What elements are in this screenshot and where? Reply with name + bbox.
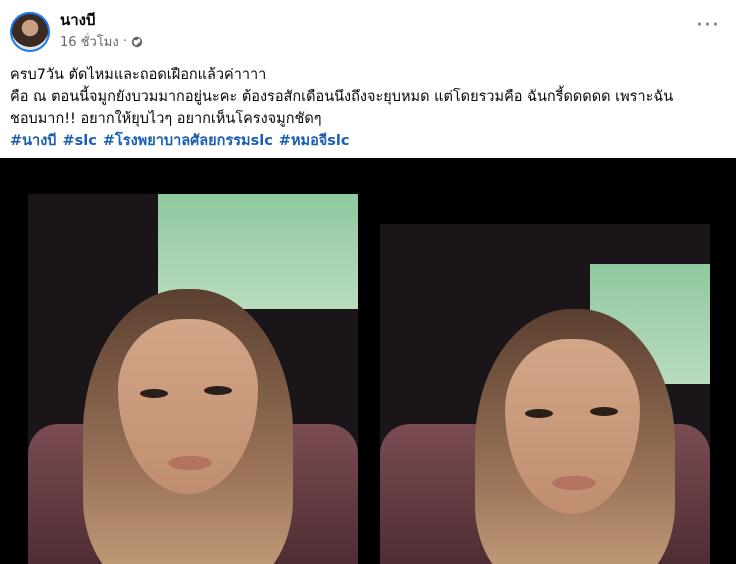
hashtag-link[interactable]: #หมอจีslc	[279, 130, 350, 152]
post-caption: ครบ7วัน ตัดไหมและถอดเฝือกแล้วค่าาาา คือ …	[10, 64, 730, 152]
hashtag-link[interactable]: #นางบี	[10, 130, 57, 152]
post-meta: 16 ชั่วโมง ·	[60, 31, 143, 52]
eye	[590, 407, 618, 416]
author-avatar[interactable]	[10, 12, 50, 52]
lips	[168, 456, 212, 470]
post-photo-before[interactable]	[28, 194, 358, 564]
caption-line: คือ ณ ตอนนี้จมูกยังบวมมากอยู่นะคะ ต้องรอ…	[10, 89, 674, 105]
post-header: นางบี 16 ชั่วโมง · ···	[0, 0, 736, 56]
hashtag-list: #นางบี #slc #โรงพยาบาลศัลยกรรมslc #หมอจี…	[10, 130, 730, 152]
lips	[552, 476, 596, 490]
hashtag-link[interactable]: #โรงพยาบาลศัลยกรรมslc	[103, 130, 273, 152]
meta-separator: ·	[122, 34, 127, 49]
caption-line: ชอบมาก!! อยากให้ยุบไวๆ อยากเห็นโครงจมูกช…	[10, 111, 322, 127]
more-options-icon[interactable]: ···	[694, 12, 722, 40]
hashtag-link[interactable]: #slc	[63, 130, 97, 152]
eye	[140, 389, 168, 398]
post-media[interactable]	[0, 158, 736, 564]
globe-icon	[131, 36, 143, 48]
post-photo-after[interactable]	[380, 224, 710, 564]
caption-line: ครบ7วัน ตัดไหมและถอดเฝือกแล้วค่าาาา	[10, 67, 267, 83]
eye	[204, 386, 232, 395]
post-time[interactable]: 16 ชั่วโมง	[60, 31, 119, 52]
author-name[interactable]: นางบี	[60, 8, 96, 32]
eye	[525, 409, 553, 418]
